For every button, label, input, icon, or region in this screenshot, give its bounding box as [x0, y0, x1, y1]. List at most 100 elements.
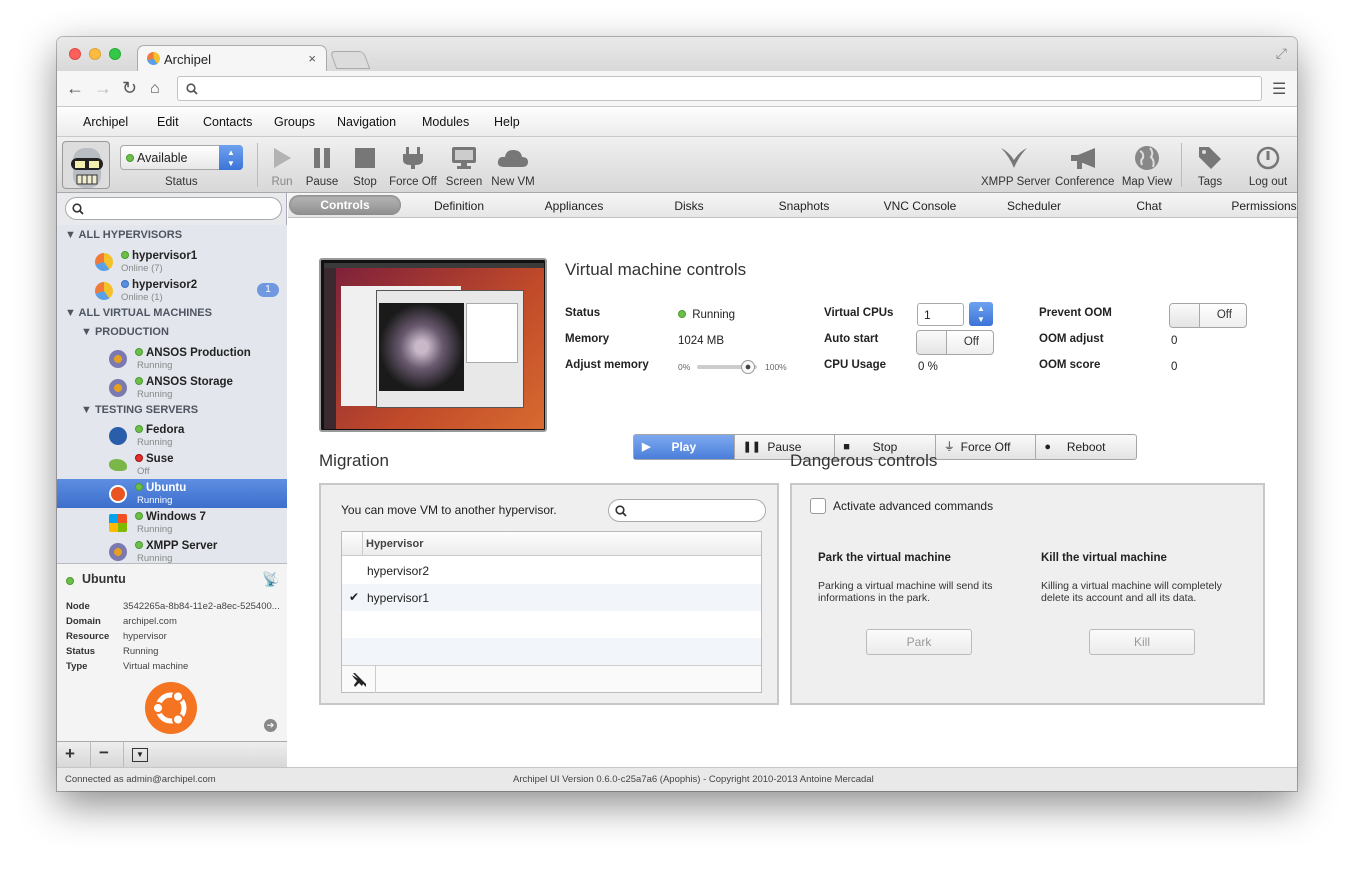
roster-search-input[interactable] [65, 197, 282, 220]
add-icon[interactable]: + [65, 744, 75, 764]
conference-button[interactable]: Conference [1055, 144, 1114, 188]
dropdown-menu-icon[interactable]: ▼ [132, 748, 148, 762]
memory-slider[interactable] [697, 360, 757, 374]
reboot-button[interactable]: ● Reboot [1036, 435, 1136, 459]
cpu-usage-label: CPU Usage [824, 359, 886, 371]
migrate-airplane-icon[interactable] [350, 671, 368, 689]
roster-item-hypervisor1[interactable]: hypervisor1 Online (7) [57, 247, 287, 276]
force-off-button[interactable]: ⏚ Force Off [936, 435, 1037, 459]
menu-modules[interactable]: Modules [422, 115, 469, 129]
roster-item-suse[interactable]: Suse Off [57, 450, 287, 479]
favicon-icon [147, 52, 160, 65]
advanced-commands-checkbox[interactable] [810, 498, 826, 514]
force-off-button[interactable]: Force Off [389, 144, 437, 188]
roster-item-ubuntu[interactable]: Ubuntu Running [57, 479, 287, 508]
main-toolbar: Available ▲ ▼ Status Run Pause Stop Force… [57, 137, 1297, 193]
group-testing-servers[interactable]: ▼ TESTING SERVERS [81, 404, 198, 416]
antenna-icon[interactable]: 📡 [262, 571, 279, 588]
info-title: Ubuntu [82, 572, 126, 586]
close-window-button[interactable] [69, 48, 81, 60]
memory-slider-knob[interactable] [741, 360, 755, 374]
roster-tree: ▼ ALL HYPERVISORS hypervisor1 Online (7)… [57, 225, 287, 566]
pause-icon [305, 144, 339, 172]
fullscreen-icon[interactable]: ⤢ [1276, 45, 1287, 62]
oom-adjust-label: OOM adjust [1039, 333, 1104, 345]
map-view-button[interactable]: Map View [1121, 144, 1173, 188]
park-button[interactable]: Park [866, 629, 972, 655]
roster-item-ansos-storage[interactable]: ANSOS Storage Running [57, 373, 287, 402]
menu-contacts[interactable]: Contacts [203, 115, 252, 129]
tab-scheduler[interactable]: Scheduler [993, 199, 1075, 213]
new-tab-button[interactable] [329, 51, 371, 69]
home-icon[interactable]: ⌂ [150, 80, 160, 98]
checkmark-icon: ✔ [349, 590, 360, 604]
tab-vnc-console[interactable]: VNC Console [875, 199, 965, 213]
new-vm-button[interactable]: New VM [491, 144, 535, 188]
info-type: Type Virtual machine [66, 661, 189, 672]
tab-permissions[interactable]: Permissions [1228, 199, 1297, 213]
roster-item-xmpp-server[interactable]: XMPP Server Running [57, 537, 287, 566]
zoom-window-button[interactable] [109, 48, 121, 60]
tab-close-icon[interactable]: × [308, 51, 316, 66]
group-production[interactable]: ▼ PRODUCTION [81, 326, 169, 338]
group-all-vms[interactable]: ▼ ALL VIRTUAL MACHINES [65, 307, 212, 319]
tags-button[interactable]: Tags [1193, 144, 1227, 188]
log-out-button[interactable]: Log out [1247, 144, 1289, 188]
kill-button[interactable]: Kill [1089, 629, 1195, 655]
connection-status: Connected as admin@archipel.com [65, 774, 216, 785]
tag-icon [1193, 144, 1227, 172]
play-button[interactable]: ▶ Play [634, 435, 735, 459]
tab-definition[interactable]: Definition [418, 199, 500, 213]
xmpp-server-button[interactable]: XMPP Server [981, 144, 1050, 188]
menu-icon[interactable]: ☰ [1272, 79, 1286, 99]
tab-chat[interactable]: Chat [1108, 199, 1190, 213]
screen-button[interactable]: Screen [445, 144, 483, 188]
info-resource: Resource hypervisor [66, 631, 167, 642]
avatar[interactable] [62, 141, 110, 189]
menu-groups[interactable]: Groups [274, 115, 315, 129]
roster-item-hypervisor2[interactable]: hypervisor2 Online (1) 1 [57, 276, 287, 305]
oom-score-value: 0 [1171, 361, 1178, 373]
column-header-hypervisor[interactable]: Hypervisor [366, 538, 423, 550]
kill-text: Killing a virtual machine will completel… [1041, 580, 1222, 604]
tab-disks[interactable]: Disks [648, 199, 730, 213]
tab-title: Archipel [164, 52, 211, 67]
vm-screenshot[interactable] [319, 258, 547, 432]
contact-info-panel: Ubuntu 📡 Node 3542265a-8b84-11e2-a8ec-525… [57, 563, 287, 741]
plug-icon [389, 144, 437, 172]
forward-icon[interactable]: → [94, 78, 112, 99]
address-bar[interactable] [177, 76, 1262, 101]
suse-icon [109, 459, 127, 471]
tab-snapshots[interactable]: Snaphots [763, 199, 845, 213]
vcpu-input[interactable]: 1 [917, 303, 964, 326]
reload-icon[interactable]: ↻ [122, 78, 137, 99]
browser-tab[interactable]: Archipel × [137, 45, 327, 72]
roster-item-ansos-production[interactable]: ANSOS Production Running [57, 344, 287, 373]
arrow-right-icon[interactable]: ➔ [264, 719, 277, 732]
vcpu-stepper-icon[interactable]: ▲ ▼ [969, 302, 993, 326]
menu-navigation[interactable]: Navigation [337, 115, 396, 129]
remove-icon[interactable]: − [99, 743, 109, 763]
roster-item-fedora[interactable]: Fedora Running [57, 421, 287, 450]
stop-button[interactable]: Stop [349, 144, 381, 188]
run-button[interactable]: Run [267, 144, 297, 188]
tab-appliances[interactable]: Appliances [533, 199, 615, 213]
tab-controls[interactable]: Controls [289, 195, 401, 215]
autostart-toggle[interactable]: Off [916, 330, 994, 355]
roster-item-windows-7[interactable]: Windows 7 Running [57, 508, 287, 537]
menu-edit[interactable]: Edit [157, 115, 179, 129]
hypervisor-search-input[interactable] [608, 499, 766, 522]
back-icon[interactable]: ← [66, 78, 84, 99]
group-all-hypervisors[interactable]: ▼ ALL HYPERVISORS [65, 229, 182, 241]
minimize-window-button[interactable] [89, 48, 101, 60]
table-row[interactable]: hypervisor2 [342, 557, 761, 584]
pause-button[interactable]: Pause [305, 144, 339, 188]
prevent-oom-toggle[interactable]: Off [1169, 303, 1247, 328]
triangle-down-icon: ▼ [65, 229, 76, 241]
table-row[interactable]: ✔ hypervisor1 [342, 584, 761, 611]
vm-icon [109, 350, 127, 368]
menu-help[interactable]: Help [494, 115, 520, 129]
status-label: Status [565, 307, 601, 319]
status-select[interactable]: Available ▲ ▼ [120, 145, 243, 170]
menu-archipel[interactable]: Archipel [83, 115, 128, 129]
